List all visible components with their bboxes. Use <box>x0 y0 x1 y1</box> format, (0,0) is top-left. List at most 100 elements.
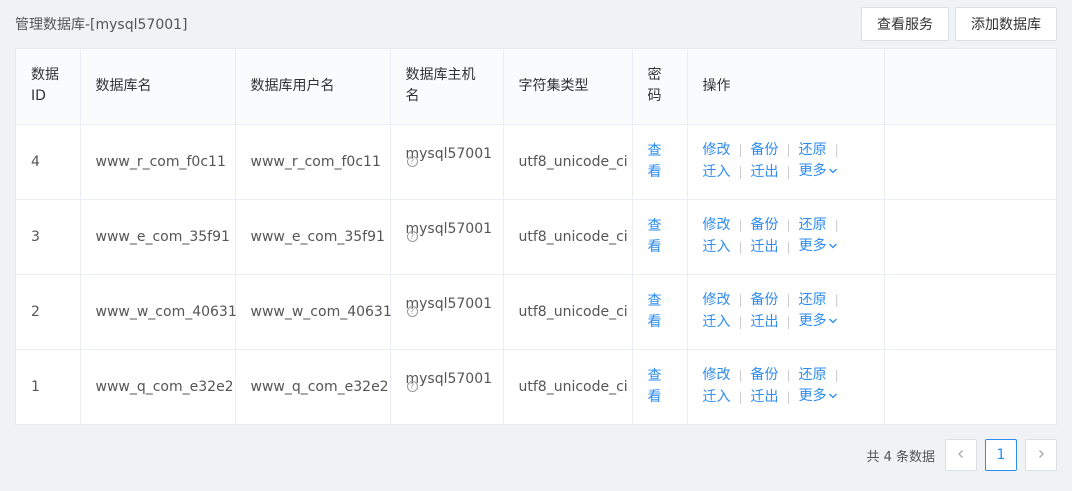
cell-password: 查看 <box>632 199 688 275</box>
cell-db-user: www_e_com_35f91 <box>235 199 391 275</box>
more-dropdown[interactable]: 更多 <box>799 311 838 333</box>
cell-password: 查看 <box>632 274 688 350</box>
chevron-right-icon <box>1036 447 1046 463</box>
header-password: 密码 <box>632 49 688 125</box>
migrate-out-link[interactable]: 迁出 <box>751 312 779 333</box>
more-dropdown[interactable]: 更多 <box>799 161 838 183</box>
restore-link[interactable]: 还原 <box>799 290 827 311</box>
cell-db-user: www_r_com_f0c11 <box>235 124 391 200</box>
cell-db-user: www_q_com_e32e2 <box>235 349 391 424</box>
divider: | <box>834 218 839 232</box>
cell-spacer <box>884 349 1056 424</box>
restore-link[interactable]: 还原 <box>799 215 827 236</box>
more-dropdown[interactable]: 更多 <box>799 236 838 258</box>
chevron-down-icon <box>828 392 838 403</box>
help-icon[interactable]: ? <box>406 380 418 392</box>
migrate-in-link[interactable]: 迁入 <box>703 312 731 333</box>
migrate-in-link[interactable]: 迁入 <box>703 237 731 258</box>
header-id: 数据ID <box>16 49 81 125</box>
divider: | <box>738 164 743 179</box>
cell-id: 2 <box>16 274 81 350</box>
divider: | <box>786 389 791 404</box>
header-db-user: 数据库用户名 <box>235 49 391 125</box>
header-actions: 操作 <box>687 49 885 125</box>
next-page-button[interactable] <box>1025 439 1057 471</box>
cell-actions: 修改 | 备份 | 还原 | 迁入 | 迁出 | 更多 <box>687 349 885 424</box>
database-table: 数据ID 数据库名 数据库用户名 数据库主机名 字符集类型 密码 操作 4 www… <box>15 48 1057 425</box>
db-host-value: mysql57001 <box>405 220 493 237</box>
header-db-name: 数据库名 <box>80 49 236 125</box>
cell-password: 查看 <box>632 124 688 200</box>
modify-link[interactable]: 修改 <box>703 140 731 161</box>
migrate-in-link[interactable]: 迁入 <box>703 162 731 183</box>
divider: | <box>738 239 743 254</box>
divider: | <box>834 293 839 307</box>
cell-actions: 修改 | 备份 | 还原 | 迁入 | 迁出 | 更多 <box>687 274 885 350</box>
help-icon[interactable]: ? <box>406 155 418 167</box>
migrate-out-link[interactable]: 迁出 <box>751 237 779 258</box>
divider: | <box>738 389 743 404</box>
cell-charset: utf8_unicode_ci <box>503 349 633 424</box>
divider: | <box>786 314 791 329</box>
cell-db-name: www_r_com_f0c11 <box>80 124 236 200</box>
modify-link[interactable]: 修改 <box>703 365 731 386</box>
chevron-left-icon <box>956 447 966 463</box>
divider: | <box>786 164 791 179</box>
cell-db-host: mysql57001? <box>390 349 504 424</box>
divider: | <box>738 218 743 232</box>
pagination: 共 4 条数据 1 <box>866 439 1057 471</box>
divider: | <box>834 368 839 383</box>
prev-page-button[interactable] <box>945 439 977 471</box>
view-password-link[interactable]: 查看 <box>648 141 664 183</box>
restore-link[interactable]: 还原 <box>799 140 827 161</box>
backup-link[interactable]: 备份 <box>751 140 779 161</box>
view-password-link[interactable]: 查看 <box>648 291 664 333</box>
header-db-host: 数据库主机名 <box>390 49 504 125</box>
modify-link[interactable]: 修改 <box>703 290 731 311</box>
restore-link[interactable]: 还原 <box>799 365 827 386</box>
view-password-link[interactable]: 查看 <box>648 216 664 258</box>
divider: | <box>786 218 791 232</box>
divider: | <box>738 368 743 383</box>
migrate-out-link[interactable]: 迁出 <box>751 387 779 408</box>
divider: | <box>738 314 743 329</box>
cell-actions: 修改 | 备份 | 还原 | 迁入 | 迁出 | 更多 <box>687 124 885 200</box>
cell-db-host: mysql57001? <box>390 274 504 350</box>
cell-spacer <box>884 199 1056 275</box>
cell-id: 3 <box>16 199 81 275</box>
header-charset: 字符集类型 <box>503 49 633 125</box>
divider: | <box>834 143 839 157</box>
cell-password: 查看 <box>632 349 688 424</box>
cell-db-host: mysql57001? <box>390 124 504 200</box>
add-database-button[interactable]: 添加数据库 <box>955 7 1057 41</box>
table-row: 2 www_w_com_40631 www_w_com_40631 mysql5700… <box>16 274 1056 350</box>
backup-link[interactable]: 备份 <box>751 215 779 236</box>
backup-link[interactable]: 备份 <box>751 290 779 311</box>
divider: | <box>738 143 743 157</box>
modify-link[interactable]: 修改 <box>703 215 731 236</box>
help-icon[interactable]: ? <box>406 230 418 242</box>
view-password-link[interactable]: 查看 <box>648 366 664 408</box>
more-label: 更多 <box>798 163 827 179</box>
divider: | <box>738 293 743 307</box>
page-button-current[interactable]: 1 <box>985 439 1017 471</box>
migrate-out-link[interactable]: 迁出 <box>751 162 779 183</box>
backup-link[interactable]: 备份 <box>751 365 779 386</box>
view-service-button[interactable]: 查看服务 <box>861 7 949 41</box>
cell-charset: utf8_unicode_ci <box>503 274 633 350</box>
chevron-down-icon <box>828 317 838 328</box>
db-host-value: mysql57001 <box>405 370 493 387</box>
header-spacer <box>884 49 1056 125</box>
cell-id: 1 <box>16 349 81 424</box>
cell-charset: utf8_unicode_ci <box>503 199 633 275</box>
cell-charset: utf8_unicode_ci <box>503 124 633 200</box>
table-row: 1 www_q_com_e32e2 www_q_com_e32e2 mysql5700… <box>16 349 1056 424</box>
more-dropdown[interactable]: 更多 <box>799 386 838 408</box>
divider: | <box>786 239 791 254</box>
divider: | <box>786 293 791 307</box>
divider: | <box>786 368 791 383</box>
cell-spacer <box>884 124 1056 200</box>
help-icon[interactable]: ? <box>406 305 418 317</box>
cell-db-host: mysql57001? <box>390 199 504 275</box>
migrate-in-link[interactable]: 迁入 <box>703 387 731 408</box>
